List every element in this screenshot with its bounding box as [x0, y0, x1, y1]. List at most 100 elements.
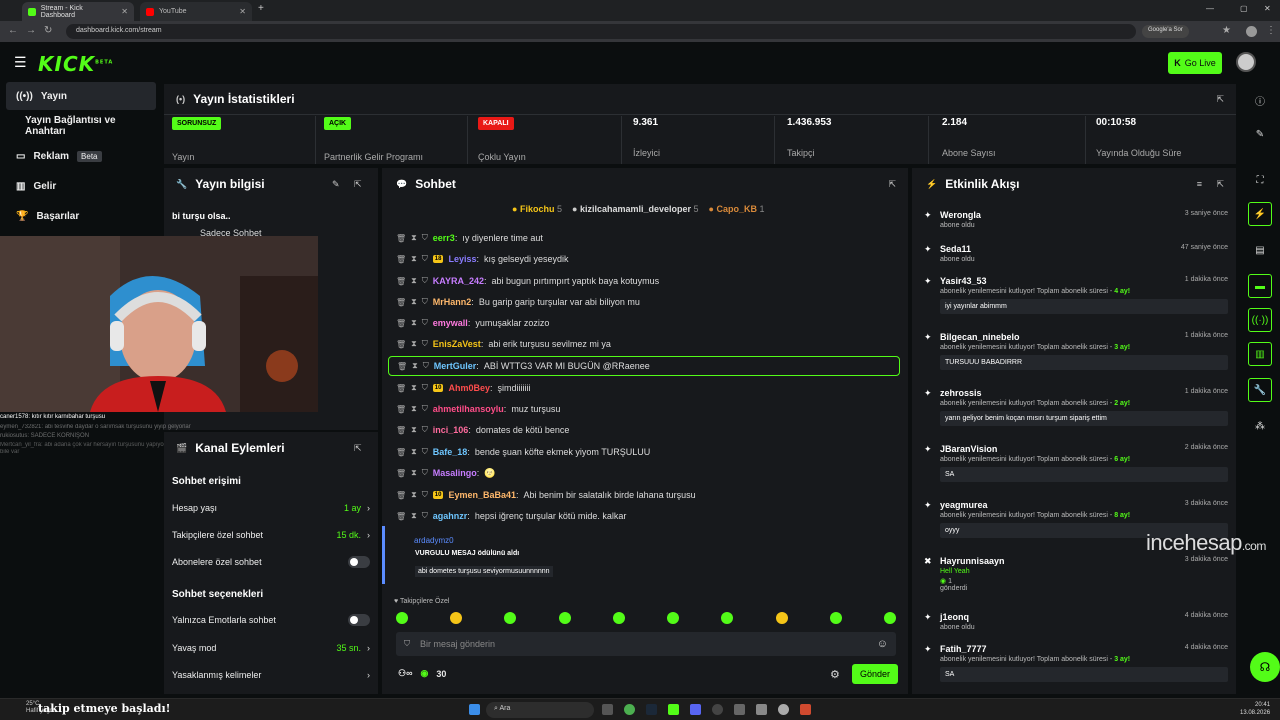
send-button[interactable]: Gönder [852, 664, 898, 684]
forward-icon[interactable]: → [26, 25, 36, 36]
trash-icon[interactable]: 🗑 [396, 448, 406, 457]
shield-icon[interactable]: ⛉ [422, 233, 428, 243]
task-view-icon[interactable] [602, 704, 613, 715]
shield-icon[interactable]: ⛉ [422, 404, 428, 414]
emote-icon[interactable] [667, 612, 680, 624]
reward-user[interactable]: ardadymz0 [414, 536, 454, 545]
shield-icon[interactable]: ⛉ [423, 361, 429, 371]
crop-icon[interactable]: ⛶ [1248, 168, 1272, 192]
shield-icon[interactable]: ⛉ [422, 490, 428, 500]
go-live-button[interactable]: K Go Live [1168, 52, 1222, 74]
shield-icon[interactable]: ⛉ [422, 318, 428, 328]
reload-icon[interactable]: ↻ [44, 25, 52, 36]
emote-icon[interactable] [504, 612, 517, 624]
discord-icon[interactable] [690, 704, 701, 715]
emote-icon[interactable] [721, 612, 734, 624]
chat-username[interactable]: Eymen_BaBa41 [448, 490, 516, 500]
shield-icon[interactable]: ⛉ [422, 383, 428, 393]
timeout-icon[interactable]: ⧗ [411, 511, 417, 521]
chat-username[interactable]: KAYRA_242 [433, 276, 484, 286]
back-icon[interactable]: ← [8, 25, 18, 36]
emotes-only-toggle[interactable] [348, 614, 370, 626]
timeout-icon[interactable]: ⧗ [411, 468, 417, 478]
chat-input-box[interactable]: ⛉ Bir mesaj gönderin ☺ [396, 632, 896, 656]
emote-icon[interactable] [883, 612, 896, 624]
trash-icon[interactable]: 🗑 [396, 340, 406, 349]
timeout-icon[interactable]: ⧗ [411, 404, 417, 414]
chat-username[interactable]: Ahm0Bey [448, 383, 490, 393]
browser-tab-kick[interactable]: Stream - Kick Dashboard ✕ [22, 2, 134, 21]
chat-username[interactable]: ahmetilhansoylu [433, 404, 504, 414]
dots-cluster-icon[interactable]: ⁂ [1248, 414, 1272, 438]
edit-pencil-icon[interactable]: ✎ [1248, 122, 1272, 146]
url-input[interactable]: dashboard.kick.com/stream [66, 24, 1136, 39]
chrome-icon[interactable] [624, 704, 635, 715]
bookmark-star-icon[interactable]: ★ [1222, 25, 1231, 36]
emote-icon[interactable] [450, 612, 463, 624]
close-icon[interactable]: ✕ [121, 7, 128, 16]
timeout-icon[interactable]: ⧗ [411, 383, 417, 393]
maximize-icon[interactable]: ▢ [1240, 4, 1248, 13]
user-avatar[interactable] [1236, 52, 1256, 72]
kick-app-icon[interactable] [668, 704, 679, 715]
minimize-icon[interactable]: — [1206, 4, 1214, 13]
sidebar-item-ads[interactable]: ▭ Reklam Beta [6, 142, 156, 170]
trash-icon[interactable]: 🗑 [396, 234, 406, 243]
shield-icon[interactable]: ⛉ [422, 254, 428, 264]
banned-words-setting[interactable]: Yasaklanmış kelimeler › [172, 665, 370, 685]
chat-username[interactable]: eerr3 [433, 233, 455, 243]
trash-icon[interactable]: 🗑 [396, 512, 406, 521]
top-gifter[interactable]: ● Fikochu 5 [512, 204, 562, 214]
timeout-icon[interactable]: ⧗ [411, 233, 417, 243]
broadcast-icon[interactable]: ((·)) [1248, 308, 1272, 332]
settings-icon[interactable] [778, 704, 789, 715]
popout-icon[interactable]: ⇱ [354, 179, 362, 190]
shield-icon[interactable]: ⛉ [422, 447, 428, 457]
emote-icon[interactable] [558, 612, 571, 624]
trash-icon[interactable]: 🗑 [396, 491, 406, 500]
slow-mode-setting[interactable]: Yavaş mod 35 sn. › [172, 638, 370, 658]
layers-icon[interactable]: ▥ [1248, 342, 1272, 366]
trash-icon[interactable]: 🗑 [396, 405, 406, 414]
emote-icon[interactable] [775, 612, 788, 624]
sidebar-item-achievements[interactable]: 🏆 Başarılar [6, 202, 156, 230]
sidebar-item-revenue[interactable]: ▥ Gelir [6, 172, 156, 200]
emote-icon[interactable] [612, 612, 625, 624]
timeout-icon[interactable]: ⧗ [411, 297, 417, 307]
windows-start-icon[interactable] [469, 704, 480, 715]
shield-icon[interactable]: ⛉ [422, 297, 428, 307]
browser-tab-youtube[interactable]: YouTube ✕ [140, 2, 252, 21]
taskbar-search[interactable]: ⌕ Ara [486, 702, 594, 718]
account-age-setting[interactable]: Hesap yaşı 1 ay › [172, 498, 370, 518]
popout-icon[interactable]: ⇱ [888, 179, 896, 190]
chat-username[interactable]: MrHann2 [433, 297, 472, 307]
filter-icon[interactable]: ≡ [1197, 179, 1202, 189]
sidebar-item-stream[interactable]: ((•)) Yayın [6, 82, 156, 110]
shield-icon[interactable]: ⛉ [422, 425, 428, 435]
chat-username[interactable]: MertGuler [434, 361, 477, 371]
close-icon[interactable]: ✕ [239, 7, 246, 16]
trash-icon[interactable]: 🗑 [396, 319, 406, 328]
app-icon[interactable] [800, 704, 811, 715]
emote-icon[interactable] [829, 612, 842, 624]
taskbar-clock[interactable]: 20:41 13.08.2026 [1240, 701, 1270, 717]
popout-icon[interactable]: ⇱ [1216, 94, 1224, 105]
profile-icon[interactable] [1246, 26, 1257, 37]
timeout-icon[interactable]: ⧗ [411, 425, 417, 435]
kick-logo[interactable]: KICKBETA [38, 52, 113, 76]
window-close-icon[interactable]: ✕ [1264, 4, 1271, 13]
browser-menu-icon[interactable]: ⋮ [1266, 25, 1276, 36]
timeout-icon[interactable]: ⧗ [411, 447, 417, 457]
timeout-icon[interactable]: ⧗ [411, 318, 417, 328]
shield-icon[interactable]: ⛉ [422, 511, 428, 521]
top-gifter[interactable]: ● Capo_KB 1 [709, 204, 765, 214]
trash-icon[interactable]: 🗑 [396, 384, 406, 393]
trash-icon[interactable]: 🗑 [396, 255, 406, 264]
sidebar-item-stream-key[interactable]: Yayın Bağlantısı ve Anahtarı [6, 112, 156, 140]
files-icon[interactable] [756, 704, 767, 715]
chat-username[interactable]: EnisZaVest [433, 339, 481, 349]
hamburger-menu-icon[interactable]: ☰ [14, 54, 27, 71]
trash-icon[interactable]: 🗑 [396, 277, 406, 286]
shield-icon[interactable]: ⛉ [422, 339, 428, 349]
obs-icon[interactable] [712, 704, 723, 715]
